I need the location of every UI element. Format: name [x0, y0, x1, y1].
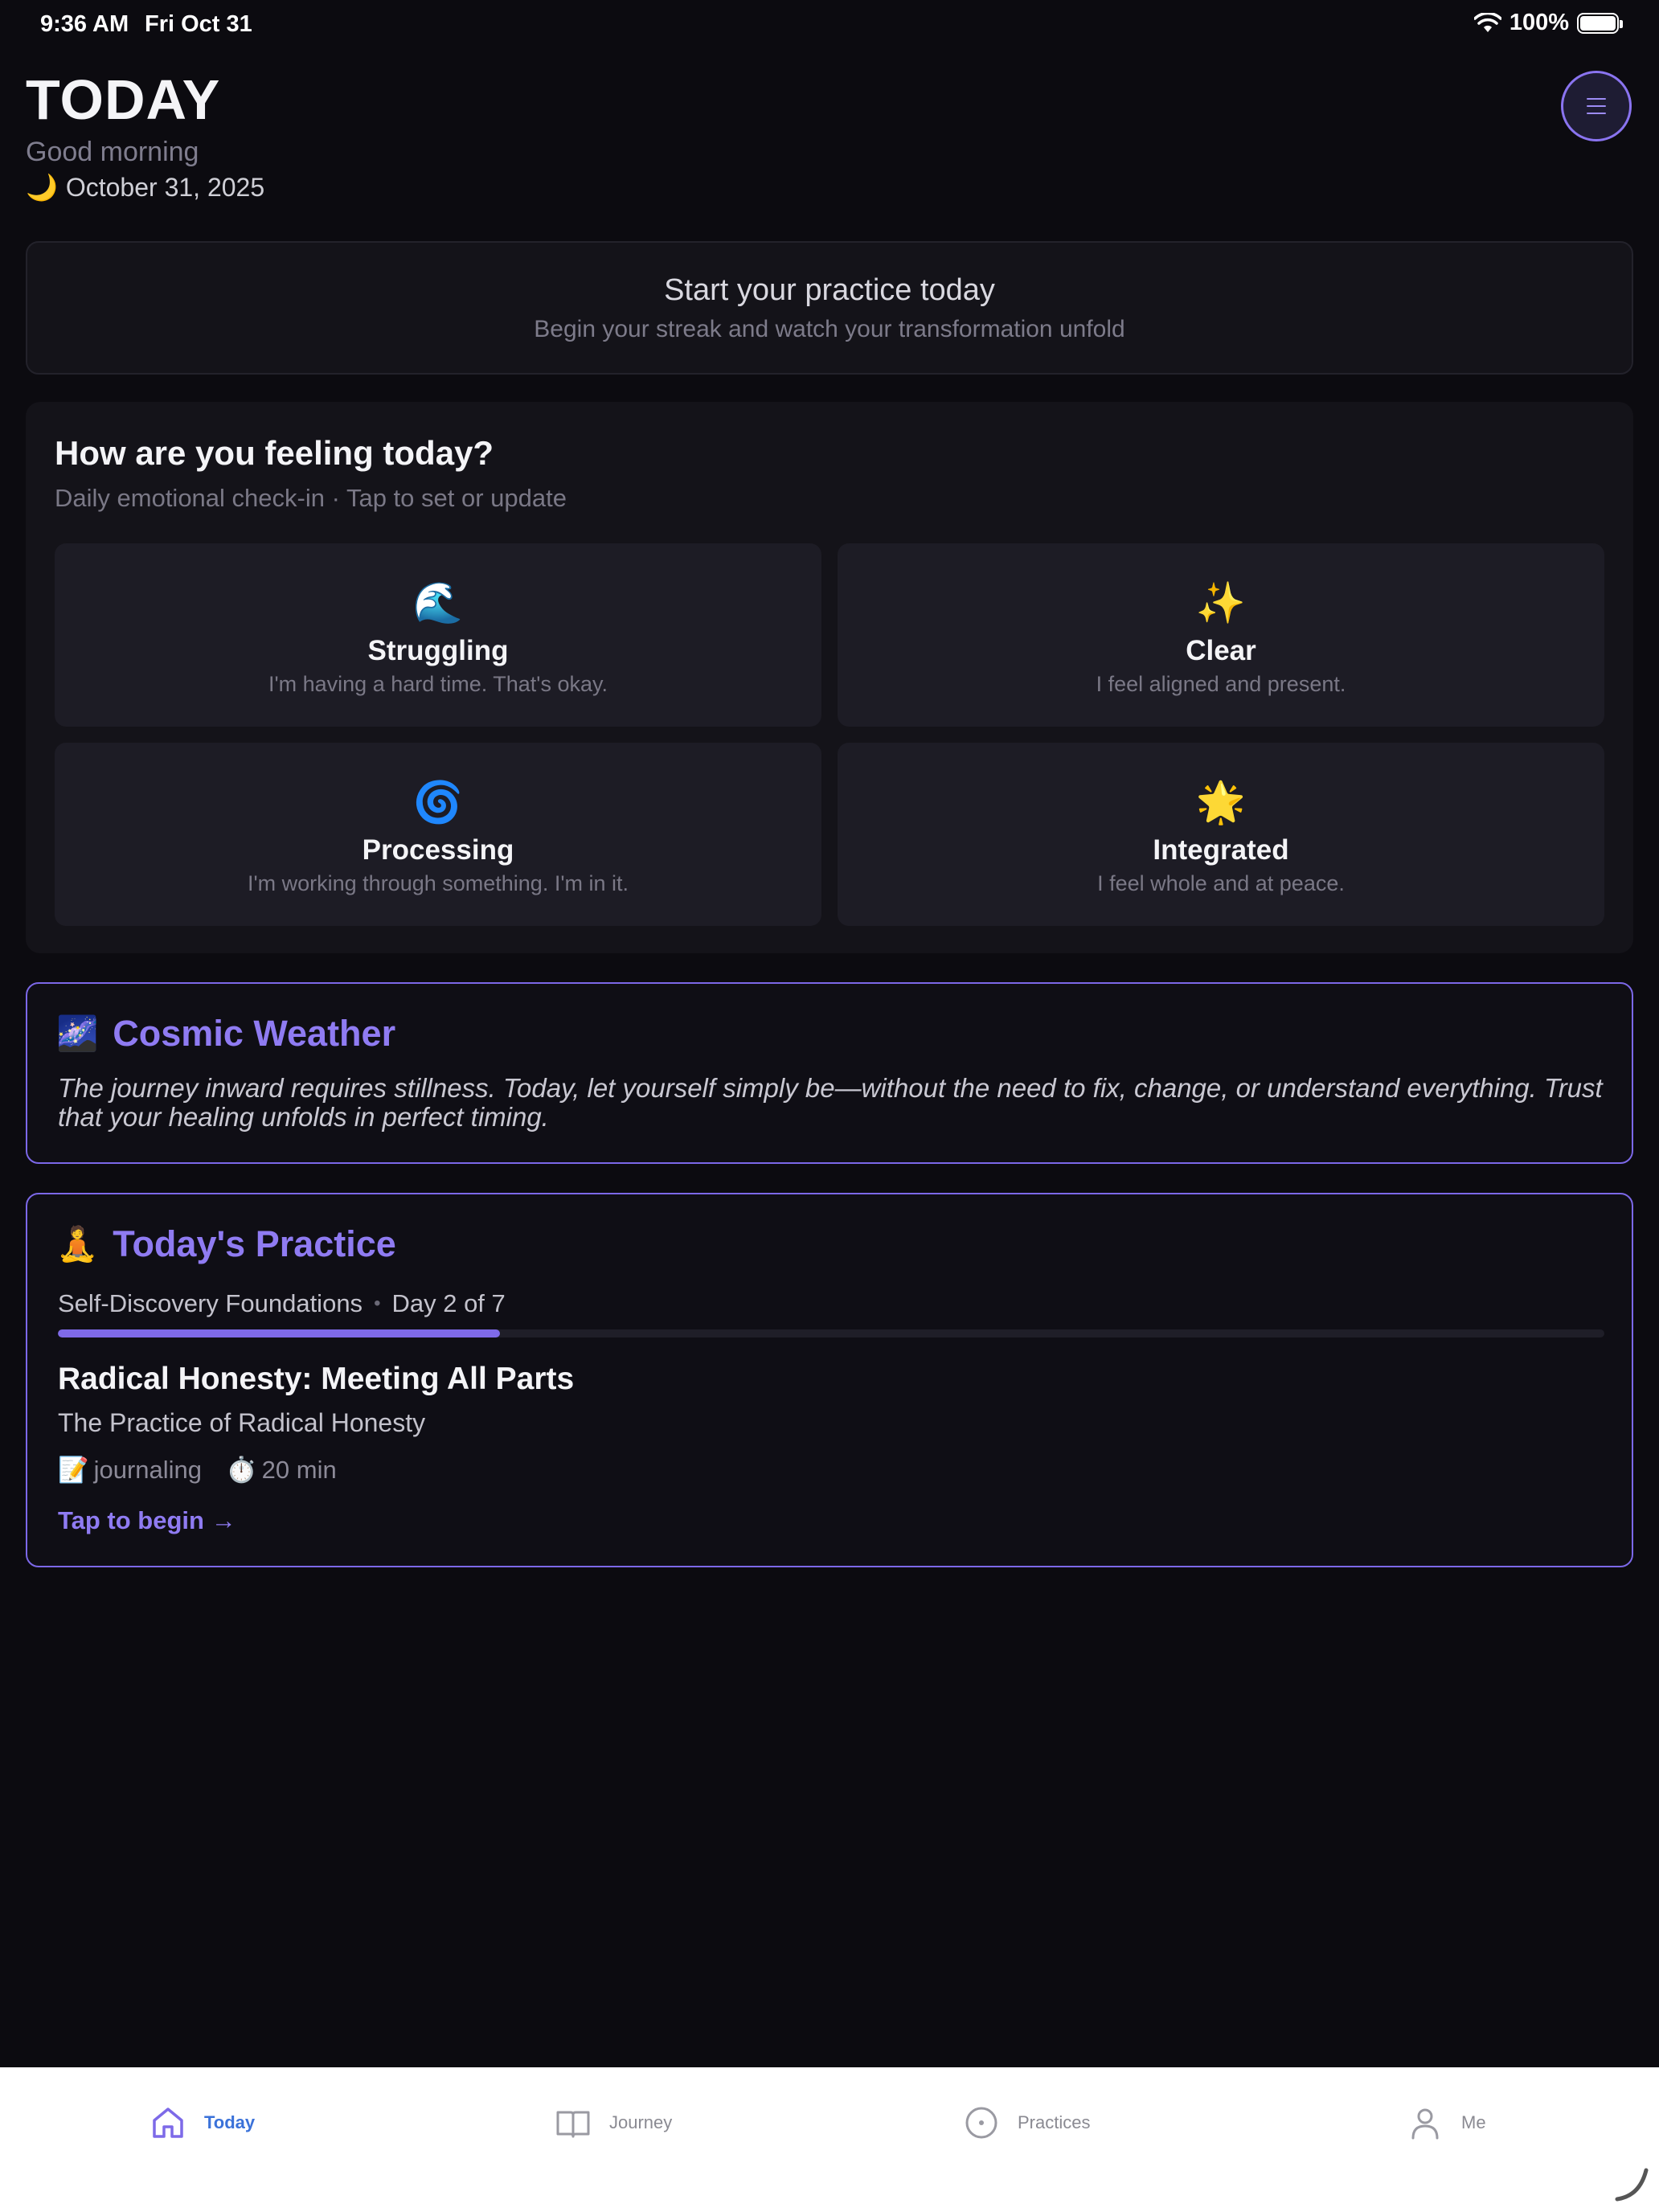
wave-icon: 🌊: [412, 580, 464, 625]
mood-name: Clear: [1186, 635, 1256, 666]
status-bar: 9:36 AM Fri Oct 31 100%: [0, 0, 1659, 51]
page-title: TODAY: [26, 68, 221, 131]
tab-journey[interactable]: Journey: [555, 2104, 672, 2141]
mood-option-struggling[interactable]: 🌊 Struggling I'm having a hard time. Tha…: [55, 543, 821, 727]
meta-separator: •: [374, 1292, 381, 1314]
battery-percent: 100%: [1509, 10, 1569, 35]
tab-label: Me: [1461, 2112, 1486, 2132]
mood-option-clear[interactable]: ✨ Clear I feel aligned and present.: [838, 543, 1604, 727]
program-day: Day 2 of 7: [391, 1289, 506, 1317]
menu-button[interactable]: [1561, 71, 1632, 141]
streak-subtitle: Begin your streak and watch your transfo…: [534, 316, 1125, 342]
lesson-subtitle: The Practice of Radical Honesty: [58, 1408, 426, 1437]
cosmic-weather-message: The journey inward requires stillness. T…: [58, 1073, 1603, 1132]
mood-description: I'm working through something. I'm in it…: [247, 871, 629, 895]
sparkles-icon: ✨: [1195, 580, 1247, 625]
practice-header: 🧘 Today's Practice: [56, 1223, 396, 1265]
cosmic-weather-title: Cosmic Weather: [113, 1013, 396, 1054]
mood-option-integrated[interactable]: 🌟 Integrated I feel whole and at peace.: [838, 743, 1604, 926]
tab-today[interactable]: Today: [150, 2104, 255, 2141]
battery-fill: [1580, 15, 1616, 31]
program-progress-bar: [58, 1329, 1604, 1337]
mood-description: I feel aligned and present.: [1096, 672, 1346, 696]
stopwatch-icon: ⏱️: [226, 1456, 257, 1484]
lesson-duration-tag: ⏱️ 20 min: [226, 1455, 337, 1485]
compass-icon: [965, 2107, 997, 2139]
program-name: Self-Discovery Foundations: [58, 1289, 363, 1317]
status-indicators: 100%: [1473, 10, 1623, 36]
milky-way-icon: 🌌: [56, 1014, 99, 1052]
mood-description: I'm having a hard time. That's okay.: [268, 672, 608, 696]
tab-label: Practices: [1018, 2112, 1091, 2132]
resize-handle-icon[interactable]: [1612, 2164, 1653, 2204]
cosmic-weather-header: 🌌 Cosmic Weather: [56, 1013, 395, 1055]
status-time: 9:36 AM: [40, 11, 129, 37]
glowing-star-icon: 🌟: [1195, 780, 1247, 825]
feeling-checkin-card: How are you feeling today? Daily emotion…: [26, 402, 1633, 953]
practice-meta: Self-Discovery Foundations • Day 2 of 7: [58, 1289, 506, 1318]
mood-name: Struggling: [367, 635, 509, 666]
current-date: October 31, 2025: [65, 172, 265, 202]
streak-title: Start your practice today: [664, 273, 995, 307]
lesson-type: journaling: [93, 1455, 203, 1484]
program-progress-fill: [58, 1329, 500, 1337]
cosmic-weather-card: 🌌 Cosmic Weather The journey inward requ…: [26, 982, 1633, 1164]
todays-practice-card[interactable]: 🧘 Today's Practice Self-Discovery Founda…: [26, 1193, 1633, 1567]
spiral-icon: 🌀: [412, 780, 464, 825]
mood-name: Integrated: [1153, 834, 1289, 866]
memo-icon: 📝: [58, 1456, 89, 1484]
home-icon: [153, 2108, 183, 2138]
mood-name: Processing: [362, 834, 514, 866]
person-icon: [1411, 2108, 1439, 2140]
mood-option-processing[interactable]: 🌀 Processing I'm working through somethi…: [55, 743, 821, 926]
date-line: 🌙 October 31, 2025: [26, 172, 264, 203]
lesson-type-tag: 📝 journaling: [58, 1455, 202, 1485]
feeling-title: How are you feeling today?: [55, 434, 494, 472]
greeting-text: Good morning: [26, 137, 199, 167]
lesson-title: Radical Honesty: Meeting All Parts: [58, 1362, 575, 1396]
menu-icon: [1587, 98, 1606, 114]
tab-label: Today: [204, 2112, 256, 2132]
tab-me[interactable]: Me: [1407, 2104, 1486, 2141]
today-screen: 9:36 AM Fri Oct 31 100% TODAY Good morni…: [0, 0, 1659, 2212]
streak-card[interactable]: Start your practice today Begin your str…: [26, 241, 1633, 375]
status-date: Fri Oct 31: [145, 11, 252, 37]
book-icon: [556, 2111, 590, 2138]
battery-icon: [1577, 12, 1623, 34]
feeling-subtitle: Daily emotional check-in · Tap to set or…: [55, 484, 567, 512]
moon-icon: 🌙: [26, 173, 58, 202]
mood-description: I feel whole and at peace.: [1097, 871, 1345, 895]
lesson-duration: 20 min: [261, 1455, 337, 1484]
wifi-icon: [1473, 12, 1501, 32]
practice-title: Today's Practice: [113, 1223, 396, 1264]
tab-label: Journey: [609, 2112, 673, 2132]
meditation-icon: 🧘: [56, 1224, 99, 1263]
lesson-tags: 📝 journaling ⏱️ 20 min: [58, 1455, 337, 1485]
tap-to-begin-link[interactable]: Tap to begin →: [58, 1506, 236, 1535]
tab-practices[interactable]: Practices: [963, 2104, 1090, 2141]
tab-bar: Today Journey Practices Me: [0, 2067, 1659, 2212]
